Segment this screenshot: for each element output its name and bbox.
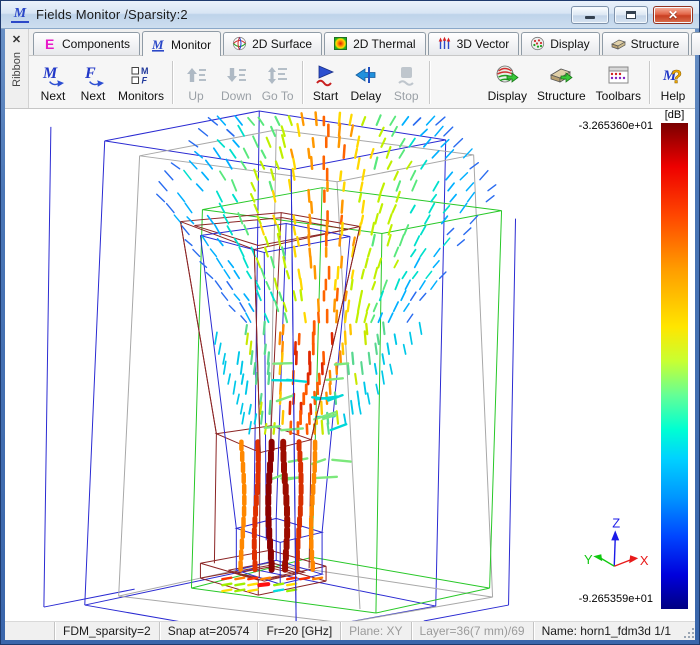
tab-2d-surface[interactable]: 2D Surface <box>223 32 322 55</box>
ribbon-main: E Components M Monitor 2D Surface 2D The… <box>29 29 695 108</box>
svg-text:E: E <box>45 36 54 51</box>
ribbon-close-button[interactable]: ✕ <box>8 30 26 48</box>
tab-label: 2D Thermal <box>353 37 415 51</box>
up-button: Up <box>176 58 216 107</box>
structure-button[interactable]: Structure <box>532 58 591 107</box>
tab-label: 2D Surface <box>252 37 312 51</box>
close-icon: ✕ <box>668 9 678 21</box>
toolbar-spacer <box>433 58 482 107</box>
tab-monitor[interactable]: M Monitor <box>142 31 221 56</box>
next-monitor-button[interactable]: M Next <box>33 58 73 107</box>
3d-view[interactable]: Z X Y [dB] -3.265360e+01 -9.265359e+01 <box>5 109 695 621</box>
colorbar <box>661 123 688 609</box>
tab-label: Monitor <box>171 38 211 52</box>
resize-grip[interactable] <box>681 623 695 639</box>
ribbon-toolbar: M Next F Next MF Monitors Up <box>29 56 695 108</box>
tab-display[interactable]: Display <box>521 32 599 55</box>
tab-export[interactable]: M Export <box>691 32 700 55</box>
svg-text:F: F <box>141 76 147 86</box>
axis-x-label: X <box>640 553 649 568</box>
display-button[interactable]: Display <box>483 58 532 107</box>
window-title: Fields Monitor /Sparsity:2 <box>36 7 188 22</box>
start-button[interactable]: Start <box>306 58 346 107</box>
axis-y-label: Y <box>584 552 593 567</box>
start-icon <box>313 63 338 88</box>
gray-box <box>119 130 493 621</box>
display-sphere-icon <box>530 36 545 51</box>
minimize-icon <box>585 16 595 19</box>
tab-components[interactable]: E Components <box>33 32 140 55</box>
surface-2d-icon <box>232 36 247 51</box>
tab-bar: E Components M Monitor 2D Surface 2D The… <box>29 29 695 56</box>
structure-wedge-icon <box>611 36 626 51</box>
thermal-2d-icon <box>333 36 348 51</box>
status-plane: Plane: XY <box>340 622 410 640</box>
stop-icon <box>394 63 419 88</box>
stop-button: Stop <box>386 58 426 107</box>
delay-icon <box>353 63 378 88</box>
down-button: Down <box>216 58 257 107</box>
ribbon-strip: ✕ Ribbon <box>5 29 29 108</box>
monitor-icon: M <box>151 37 166 52</box>
tab-label: Structure <box>631 37 680 51</box>
next-field-button[interactable]: F Next <box>73 58 113 107</box>
delay-button[interactable]: Delay <box>346 58 387 107</box>
fields-monitor-window: M Fields Monitor /Sparsity:2 ✕ ✕ Ribbon … <box>0 0 700 645</box>
status-layer: Layer=36(7 mm)/69 <box>411 622 533 640</box>
close-button[interactable]: ✕ <box>653 6 693 24</box>
help-icon: M? <box>661 63 686 88</box>
tab-2d-thermal[interactable]: 2D Thermal <box>324 32 425 55</box>
axis-triad: Z X Y <box>584 515 649 568</box>
svg-text:F: F <box>84 65 96 82</box>
tab-label: 3D Vector <box>457 37 510 51</box>
app-icon: M <box>11 7 29 23</box>
up-icon <box>184 63 209 88</box>
restore-icon <box>626 11 636 19</box>
svg-text:M: M <box>42 65 58 82</box>
structure-wedge-icon <box>549 63 574 88</box>
titlebar[interactable]: M Fields Monitor /Sparsity:2 ✕ <box>1 1 699 29</box>
down-icon <box>224 63 249 88</box>
tab-3d-vector[interactable]: 3D Vector <box>428 32 520 55</box>
display-sphere-icon <box>495 63 520 88</box>
toolbar-separator <box>172 61 173 104</box>
scene-svg: Z X Y <box>5 109 695 621</box>
toolbar-separator <box>302 61 303 104</box>
toolbars-icon <box>606 63 631 88</box>
next-monitor-icon: M <box>41 63 66 88</box>
goto-button: Go To <box>257 58 299 107</box>
ribbon-strip-label: Ribbon <box>11 52 23 87</box>
status-snap: Snap at=20574 <box>159 622 258 640</box>
tab-label: Display <box>550 37 589 51</box>
restore-button[interactable] <box>614 6 648 24</box>
vector-3d-icon <box>437 36 452 51</box>
axis-z-label: Z <box>612 515 620 530</box>
toolbar-separator <box>649 61 650 104</box>
svg-text:?: ? <box>671 67 682 87</box>
svg-text:M: M <box>141 66 149 76</box>
components-icon: E <box>42 36 57 51</box>
colorbar-max-value: -3.265360e+01 <box>579 120 653 132</box>
status-sparsity: FDM_sparsity=2 <box>54 622 159 640</box>
monitors-button[interactable]: MF Monitors <box>113 58 169 107</box>
ribbon-close-icon: ✕ <box>12 33 21 46</box>
svg-text:M: M <box>151 37 164 52</box>
tab-label: Components <box>62 37 130 51</box>
toolbar-separator <box>429 61 430 104</box>
tab-structure[interactable]: Structure <box>602 32 690 55</box>
colorbar-min-value: -9.265359e+01 <box>579 593 653 605</box>
status-frequency: Fr=20 [GHz] <box>257 622 340 640</box>
minimize-button[interactable] <box>571 6 609 24</box>
window-controls: ✕ <box>571 6 695 24</box>
help-button[interactable]: M? Help <box>653 58 693 107</box>
toolbars-button[interactable]: Toolbars <box>591 58 646 107</box>
next-field-icon: F <box>81 63 106 88</box>
ribbon: ✕ Ribbon E Components M Monitor 2D Surfa… <box>5 29 695 109</box>
monitors-grid-icon: MF <box>129 63 154 88</box>
goto-icon <box>265 63 290 88</box>
status-name: Name: horn1_fdm3d 1/1 <box>533 622 679 640</box>
colorbar-unit: [dB] <box>661 109 688 121</box>
statusbar: FDM_sparsity=2 Snap at=20574 Fr=20 [GHz]… <box>5 621 695 640</box>
